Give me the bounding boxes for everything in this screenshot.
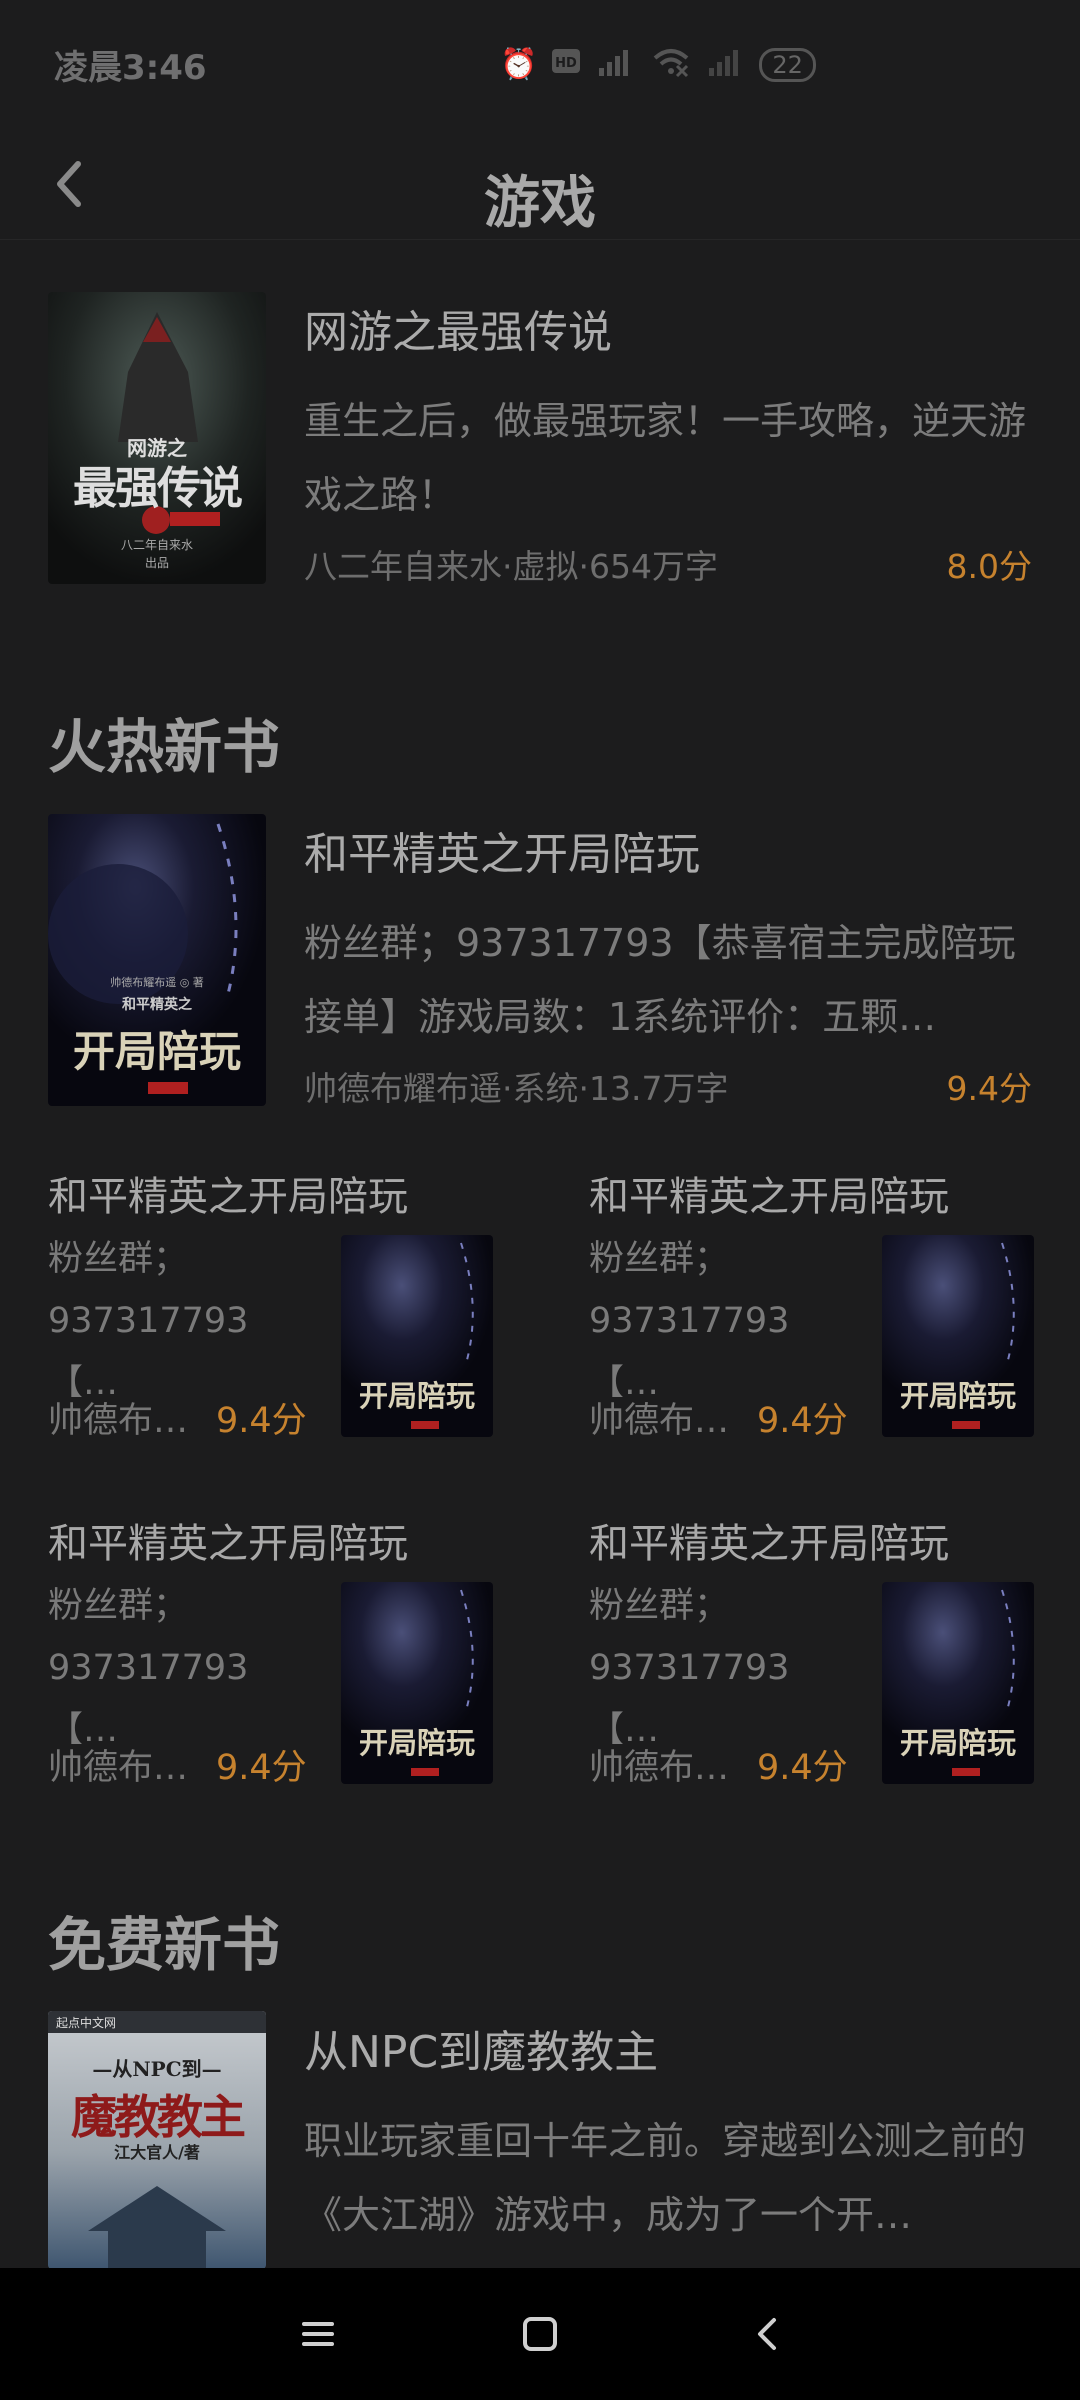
grid-desc-line1: 粉丝群； (48, 1239, 189, 1279)
menu-button[interactable] (278, 2294, 358, 2374)
grid-desc-line1: 粉丝群； (48, 1586, 189, 1626)
grid-score: 9.4分 (757, 1748, 848, 1788)
free-main-cover: 起点中文网 —从NPC到— 魔教教主 江大官人/著 (48, 2011, 266, 2269)
hot-main-title: 和平精英之开局陪玩 (304, 829, 700, 880)
hot-main-cover: 帅德布耀布遥 ◎ 著 和平精英之 开局陪玩 (48, 814, 266, 1106)
system-nav-bar (0, 2268, 1080, 2400)
featured-cover-sub: 出品 (144, 556, 169, 570)
featured-cover: 网游之 最强传说 八二年自来水 出品 (48, 292, 266, 584)
featured-title: 网游之最强传说 (304, 307, 612, 358)
back-triangle-icon (758, 2318, 776, 2350)
grid-title: 和平精英之开局陪玩 (589, 1521, 949, 1567)
grid-cover: 开局陪玩 (882, 1582, 1034, 1784)
featured-desc: 重生之后，做最强玩家！一手攻略，逆天游戏之路！ (304, 399, 1027, 517)
free-main-cover-line1: —从NPC到— (92, 2057, 222, 2081)
grid-cover: 开局陪玩 (882, 1235, 1034, 1437)
header: 游戏 (0, 128, 1080, 240)
hot-main-cover-line2: 开局陪玩 (72, 1027, 241, 1076)
menu-icon (302, 2322, 334, 2346)
section-title-hot: 火热新书 (48, 713, 281, 781)
grid-cover: 开局陪玩 (341, 1235, 493, 1437)
free-main-cover-author: 江大官人/著 (114, 2143, 200, 2162)
grid-author: 帅德布… (48, 1748, 189, 1788)
free-main-title: 从NPC到魔教教主 (304, 2027, 659, 2078)
grid-cover-text: 开局陪玩 (899, 1726, 1016, 1760)
grid-title: 和平精英之开局陪玩 (589, 1174, 949, 1220)
home-button[interactable] (500, 2294, 580, 2374)
system-back-button[interactable] (728, 2294, 808, 2374)
grid-cover-text: 开局陪玩 (899, 1379, 1016, 1413)
hot-main-score: 9.4分 (946, 1069, 1032, 1108)
signal-icon (705, 44, 745, 86)
alarm-icon: ⏰ (500, 47, 538, 82)
free-main-cover-line2: 魔教教主 (71, 2090, 246, 2144)
grid-author: 帅德布… (48, 1401, 189, 1441)
grid-score: 9.4分 (216, 1401, 307, 1441)
featured-cover-line2: 最强传说 (73, 463, 243, 514)
featured-score: 8.0分 (946, 547, 1032, 586)
grid-title: 和平精英之开局陪玩 (48, 1174, 408, 1220)
signal-4g-icon (595, 44, 637, 86)
status-bar: 凌晨3:46 ⏰ HD 22 (0, 0, 1080, 128)
status-time: 凌晨3:46 (54, 48, 207, 88)
hot-main-meta: 帅德布耀布遥·系统·13.7万字 (304, 1069, 729, 1108)
grid-desc-line1: 粉丝群； (589, 1586, 730, 1626)
hot-main-cover-author: 帅德布耀布遥 ◎ 著 (110, 976, 204, 989)
free-main-cover-site: 起点中文网 (56, 2016, 117, 2030)
hot-main-cover-line1: 和平精英之 (122, 997, 192, 1013)
grid-cover-text: 开局陪玩 (358, 1379, 475, 1413)
grid-score: 9.4分 (757, 1401, 848, 1441)
grid-title: 和平精英之开局陪玩 (48, 1521, 408, 1567)
status-icons: ⏰ HD 22 (500, 44, 816, 86)
grid-author: 帅德布… (589, 1401, 730, 1441)
battery-icon: 22 (759, 48, 816, 82)
page-title: 游戏 (484, 170, 596, 236)
grid-cover: 开局陪玩 (341, 1582, 493, 1784)
section-title-free: 免费新书 (48, 1911, 281, 1979)
home-square-icon (523, 2317, 557, 2351)
grid-desc-line1: 粉丝群； (589, 1239, 730, 1279)
featured-cover-publisher: 八二年自来水 (120, 538, 193, 552)
grid-cover-text: 开局陪玩 (358, 1726, 475, 1760)
grid-score: 9.4分 (216, 1748, 307, 1788)
svg-text:HD: HD (556, 56, 578, 71)
wifi-off-icon (651, 44, 691, 86)
featured-meta: 八二年自来水·虚拟·654万字 (304, 547, 718, 586)
hd-icon: HD (551, 46, 581, 84)
free-main-desc: 职业玩家重回十年之前。穿越到公测之前的《大江湖》游戏中，成为了一个开… (304, 2119, 1027, 2237)
hot-main-desc: 粉丝群；937317793【恭喜宿主完成陪玩接单】游戏局数：1系统评价：五颗… (304, 921, 1016, 1039)
grid-author: 帅德布… (589, 1748, 730, 1788)
